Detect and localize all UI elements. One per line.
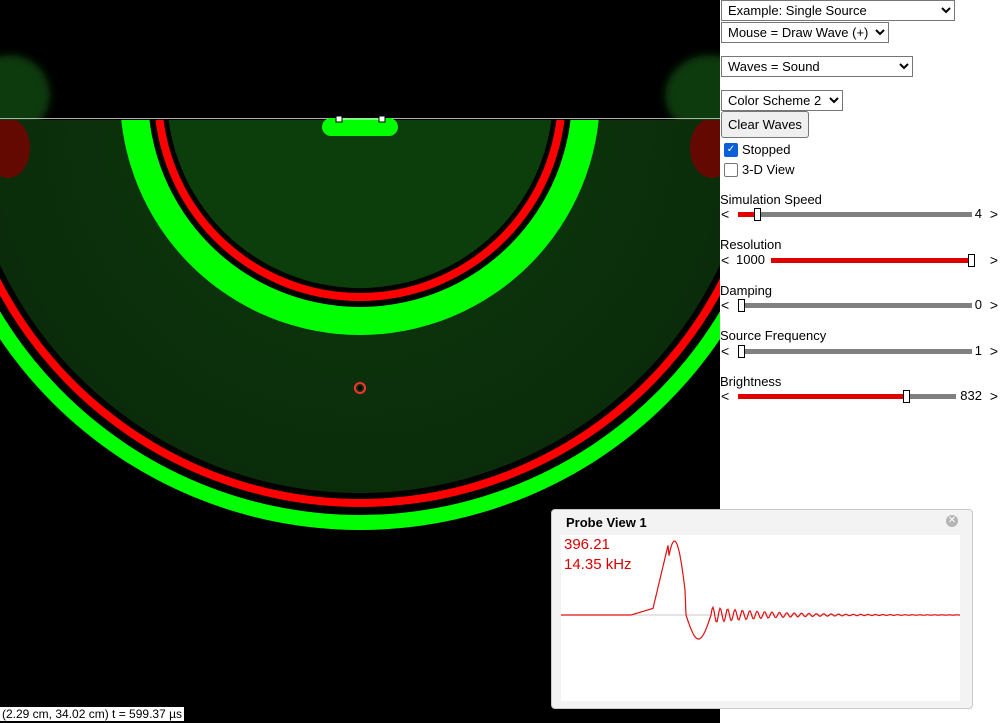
source-frequency-slider[interactable]: < 1 > xyxy=(720,342,1000,360)
close-circle-icon[interactable]: ✕ xyxy=(946,515,958,527)
brightness-slider[interactable]: < 832 > xyxy=(720,387,1000,405)
probe-frequency: 14.35 kHz xyxy=(564,556,632,573)
decrease-arrow-icon[interactable]: < xyxy=(721,205,729,223)
slider-knob[interactable] xyxy=(753,208,761,221)
stopped-label: Stopped xyxy=(742,142,791,157)
increase-arrow-icon[interactable]: > xyxy=(990,342,998,360)
slider-fill xyxy=(738,394,906,399)
increase-arrow-icon[interactable]: > xyxy=(990,205,998,223)
simulation-speed-slider[interactable]: < 4 > xyxy=(720,205,1000,223)
slider-value: 1 xyxy=(974,343,982,358)
mouse-mode-select[interactable]: Mouse = Draw Wave (+) xyxy=(721,22,889,43)
decrease-arrow-icon[interactable]: < xyxy=(721,296,729,314)
slider-knob[interactable] xyxy=(902,390,910,403)
slider-track[interactable] xyxy=(738,345,972,358)
3d-view-checkbox[interactable]: 3-D View xyxy=(724,162,795,177)
color-scheme-select[interactable]: Color Scheme 2 xyxy=(721,90,843,111)
probe-plot: 396.21 14.35 kHz xyxy=(561,535,960,701)
slider-value: 0 xyxy=(974,297,982,312)
coordinate-readout: (2.29 cm, 34.02 cm) t = 599.37 µs xyxy=(0,707,184,721)
slider-track[interactable] xyxy=(771,254,975,267)
increase-arrow-icon[interactable]: > xyxy=(990,387,998,405)
slider-value: 4 xyxy=(974,206,982,221)
wave-type-select[interactable]: Waves = Sound xyxy=(721,56,913,77)
source-frequency-label: Source Frequency xyxy=(720,328,827,343)
example-select[interactable]: Example: Single Source xyxy=(721,0,955,21)
probe-view-title[interactable]: Probe View 1 xyxy=(566,515,647,530)
resolution-label: Resolution xyxy=(720,237,782,252)
resolution-slider[interactable]: < 1000 > xyxy=(720,251,1000,269)
slider-value: 1000 xyxy=(736,252,765,267)
source-handle-right[interactable] xyxy=(378,115,386,123)
increase-arrow-icon[interactable]: > xyxy=(990,296,998,314)
checkmark-icon[interactable]: ✓ xyxy=(724,142,738,157)
increase-arrow-icon[interactable]: > xyxy=(990,251,998,269)
slider-fill xyxy=(771,258,975,263)
slider-knob[interactable] xyxy=(738,345,745,358)
stopped-checkbox[interactable]: ✓ Stopped xyxy=(724,142,790,157)
damping-slider[interactable]: < 0 > xyxy=(720,296,1000,314)
probe-view-window[interactable]: Probe View 1 ✕ 396.21 14.35 kHz xyxy=(551,509,973,709)
slider-value: 832 xyxy=(960,388,982,403)
decrease-arrow-icon[interactable]: < xyxy=(721,251,729,269)
slider-track[interactable] xyxy=(738,208,972,221)
probe-value: 396.21 xyxy=(564,536,610,553)
slider-knob[interactable] xyxy=(738,299,745,312)
slider-knob[interactable] xyxy=(968,254,975,267)
decrease-arrow-icon[interactable]: < xyxy=(721,342,729,360)
checkbox-empty-icon[interactable] xyxy=(724,162,738,177)
decrease-arrow-icon[interactable]: < xyxy=(721,387,729,405)
slider-track[interactable] xyxy=(738,299,972,312)
clear-waves-button[interactable]: Clear Waves xyxy=(721,111,809,138)
source-blob xyxy=(322,118,398,136)
3d-view-label: 3-D View xyxy=(742,162,795,177)
source-handle-left[interactable] xyxy=(335,115,343,123)
slider-track[interactable] xyxy=(738,390,956,403)
